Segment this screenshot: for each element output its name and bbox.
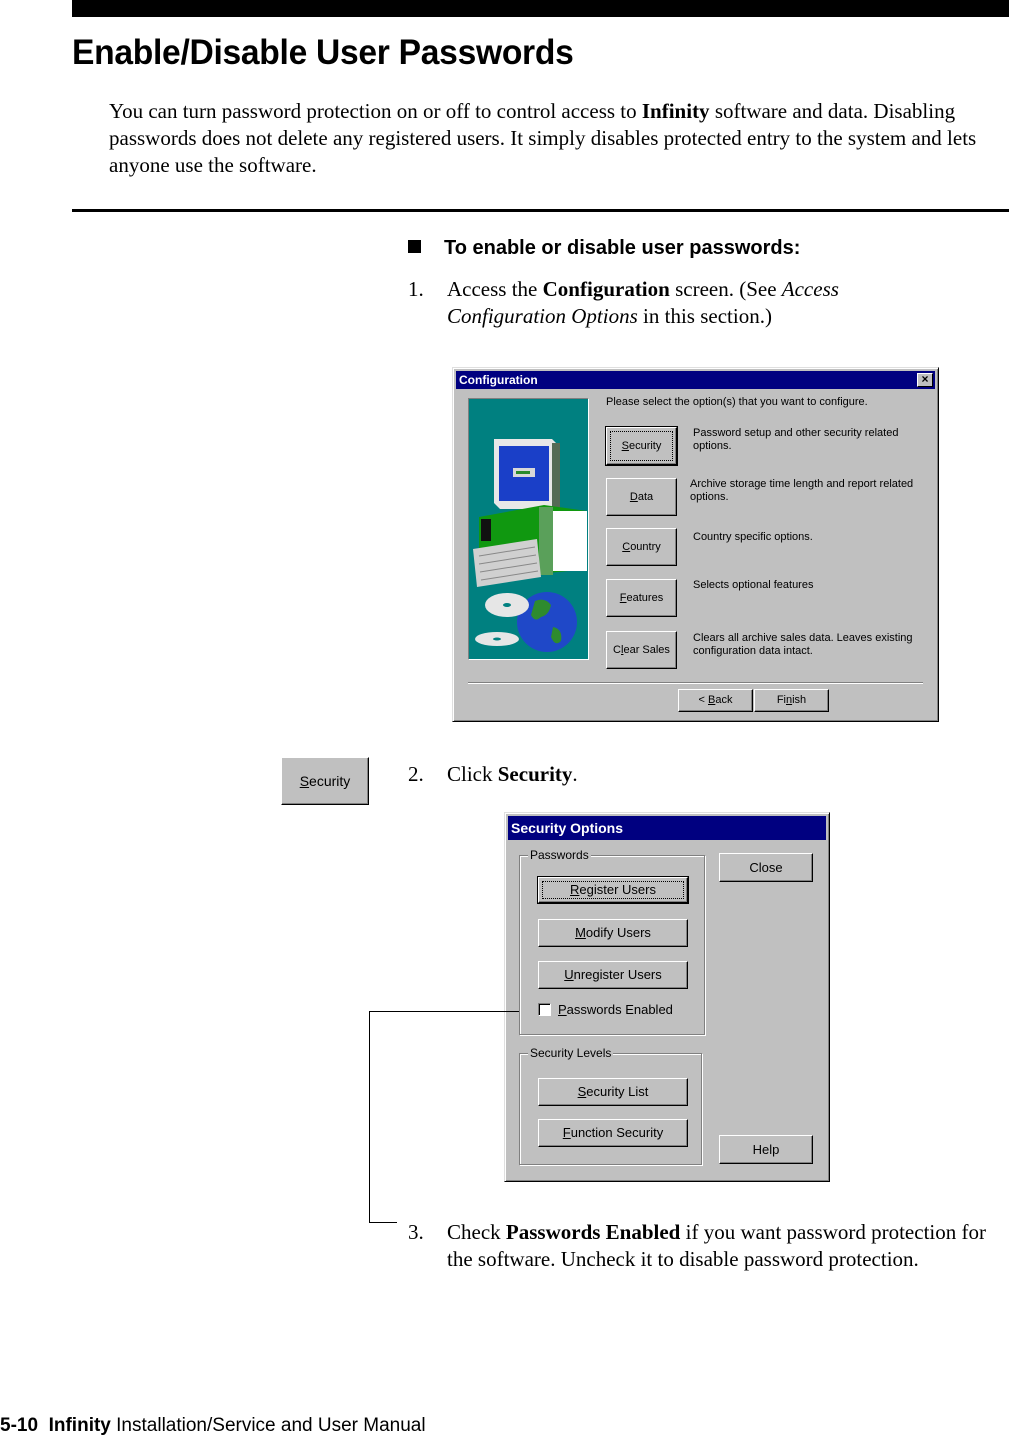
callout-line-end — [369, 1222, 397, 1223]
back-button[interactable]: < Back — [678, 689, 753, 712]
page-title: Enable/Disable User Passwords — [72, 33, 574, 72]
features-option-button[interactable]: Features — [606, 579, 677, 617]
page-footer: 5-10 Infinity Installation/Service and U… — [0, 1415, 426, 1436]
callout-line — [369, 1011, 519, 1012]
register-users-button[interactable]: Register Users — [537, 876, 689, 904]
passwords-enabled-checkbox[interactable] — [538, 1003, 551, 1016]
data-option-description: Archive storage time length and report r… — [690, 478, 914, 503]
dialog-separator — [468, 682, 923, 684]
step-2: 2. Click Security. — [408, 762, 578, 786]
data-option-button[interactable]: Data — [606, 478, 677, 516]
clear-sales-option-description: Clears all archive sales data. Leaves ex… — [693, 632, 913, 657]
help-button[interactable]: Help — [719, 1135, 813, 1164]
unregister-users-button[interactable]: Unregister Users — [538, 961, 688, 989]
configuration-titlebar: Configuration × — [456, 371, 935, 389]
security-options-dialog: Security Options Passwords Register User… — [504, 812, 830, 1182]
callout-line-vertical — [369, 1011, 370, 1223]
features-option-description: Selects optional features — [693, 579, 814, 591]
security-options-titlebar: Security Options — [508, 816, 826, 840]
configuration-dialog: Configuration × Please select the option… — [452, 367, 939, 722]
country-option-description: Country specific options. — [693, 531, 813, 543]
procedure-heading: To enable or disable user passwords: — [408, 237, 800, 260]
configuration-prompt: Please select the option(s) that you wan… — [606, 396, 868, 408]
computer-globe-illustration — [468, 398, 589, 660]
computer-icon — [473, 439, 587, 652]
close-icon[interactable]: × — [917, 373, 933, 387]
function-security-button[interactable]: Function Security — [538, 1119, 688, 1147]
security-option-button[interactable]: Security — [605, 426, 678, 466]
section-divider — [72, 209, 1009, 212]
close-button[interactable]: Close — [719, 853, 813, 882]
finish-button[interactable]: Finish — [754, 689, 829, 712]
security-option-description: Password setup and other security relate… — [693, 427, 899, 452]
intro-paragraph: You can turn password protection on or o… — [109, 99, 977, 177]
square-bullet-icon — [408, 240, 421, 253]
security-button-sample[interactable]: Security — [281, 757, 369, 805]
country-option-button[interactable]: Country — [606, 528, 677, 566]
modify-users-button[interactable]: Modify Users — [538, 919, 688, 947]
passwords-enabled-checkbox-row[interactable]: Passwords Enabled — [538, 1002, 673, 1017]
step-3: 3. Check Passwords Enabled if you want p… — [408, 1220, 986, 1271]
security-levels-group: Security Levels — [519, 1046, 702, 1165]
top-rule-bar — [72, 0, 1009, 17]
security-list-button[interactable]: Security List — [538, 1078, 688, 1106]
clear-sales-option-button[interactable]: Clear Sales — [606, 631, 677, 669]
step-1: 1. Access the Configuration screen. (See… — [408, 277, 839, 328]
